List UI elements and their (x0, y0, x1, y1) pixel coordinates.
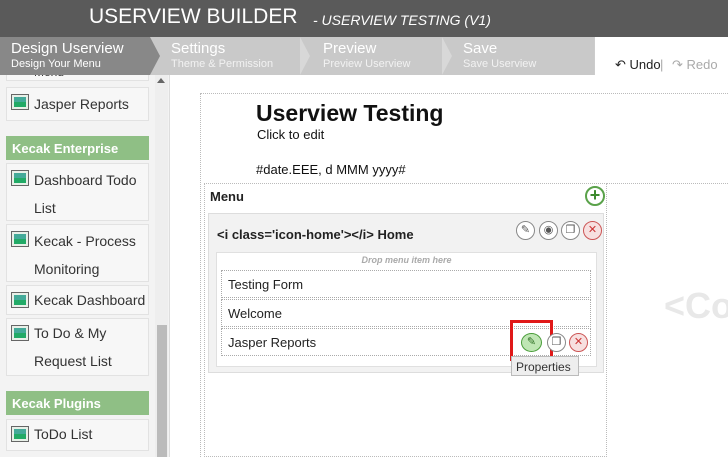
step-settings-sub: Theme & Permission (171, 58, 274, 70)
step-design-label: Design Userview (11, 40, 124, 57)
palette-item-todo-request[interactable]: To Do & My Request List (6, 318, 149, 376)
properties-tooltip: Properties (511, 356, 579, 376)
palette-item-label: Kecak Dashboard (34, 292, 146, 308)
undo-label: Undo (629, 57, 661, 72)
undo-icon: ↶ (615, 57, 626, 72)
category-delete-button[interactable]: ✕ (583, 221, 602, 240)
eye-icon: ◉ (543, 224, 554, 236)
click-to-edit-hint[interactable]: Click to edit (257, 127, 324, 142)
sidebar-scroll-thumb[interactable] (157, 325, 167, 457)
item-properties-button[interactable]: ✎ (521, 333, 542, 352)
edit-icon: ✎ (520, 224, 531, 236)
palette-group-kecak-plugins[interactable]: Kecak Plugins (6, 391, 149, 415)
plus-icon: + (589, 185, 601, 205)
app-header: USERVIEW BUILDER - USERVIEW TESTING (V1) (0, 0, 728, 37)
menu-item-label: Welcome (228, 306, 282, 321)
userview-title[interactable]: Userview Testing (256, 100, 443, 127)
menu-item-label: Jasper Reports (228, 335, 317, 350)
step-chevron (442, 37, 452, 75)
category-copy-button[interactable]: ❐ (561, 221, 580, 240)
palette-item-process-monitoring[interactable]: Kecak - Process Monitoring (6, 224, 149, 282)
date-format-text: #date.EEE, d MMM yyyy# (256, 162, 406, 177)
palette-item-todo-list[interactable]: ToDo List (6, 419, 149, 451)
undo-button[interactable]: ↶ Undo (615, 57, 661, 73)
copy-icon: ❐ (551, 336, 562, 348)
step-design-sub: Design Your Menu (11, 58, 101, 70)
palette-group-kecak-enterprise[interactable]: Kecak Enterprise (6, 136, 149, 160)
menu-item-testing-form[interactable]: Testing Form (221, 270, 591, 298)
content-placeholder: <Co (664, 285, 728, 326)
palette-item-menu[interactable]: Menu (6, 75, 149, 81)
menu-item-label: Testing Form (228, 277, 304, 292)
palette-item-label: Dashboard Todo List (34, 172, 137, 216)
palette-item-label: Kecak - Process Monitoring (34, 233, 136, 277)
divider (606, 183, 728, 184)
menu-label: Menu (210, 189, 244, 204)
category-label[interactable]: <i class='icon-home'></i> Home (217, 227, 414, 242)
redo-label: Redo (686, 57, 718, 72)
palette-item-dashboard-todo[interactable]: Dashboard Todo List (6, 163, 149, 221)
form-icon (11, 292, 29, 308)
step-chevron (300, 37, 310, 75)
add-category-button[interactable]: + (585, 186, 605, 206)
scroll-up-icon[interactable] (157, 78, 165, 83)
form-icon (11, 94, 29, 110)
form-icon (11, 426, 29, 442)
drop-hint: Drop menu item here (361, 255, 452, 265)
palette-item-label: Jasper Reports (34, 96, 129, 112)
palette-item-kecak-dashboard[interactable]: Kecak Dashboard (6, 285, 149, 315)
form-icon (11, 231, 29, 247)
item-copy-button[interactable]: ❐ (547, 333, 566, 352)
undo-redo-bar: ↶ Undo | ↷ Redo (594, 37, 728, 75)
palette-item-label: To Do & My Request List (34, 325, 112, 369)
palette-item-label: Menu (34, 75, 146, 86)
palette-item-label: ToDo List (34, 426, 93, 442)
category-edit-button[interactable]: ✎ (516, 221, 535, 240)
step-design-userview[interactable]: Design Userview Design Your Menu (0, 37, 150, 75)
step-arrow (150, 37, 160, 75)
element-palette: Menu Jasper Reports Kecak Enterprise Das… (0, 75, 170, 457)
form-icon (11, 325, 29, 341)
copy-icon: ❐ (565, 224, 576, 236)
step-settings-label: Settings (171, 40, 226, 57)
close-icon: ✕ (587, 224, 598, 236)
app-subtitle: - USERVIEW TESTING (V1) (313, 12, 491, 28)
step-preview-label: Preview (323, 40, 377, 57)
step-preview-sub: Preview Userview (323, 58, 411, 70)
redo-button[interactable]: ↷ Redo (672, 57, 718, 73)
palette-item-jasper-reports[interactable]: Jasper Reports (6, 87, 149, 121)
category-visibility-button[interactable]: ◉ (539, 221, 558, 240)
toolbar-separator: | (660, 57, 664, 72)
item-delete-button[interactable]: ✕ (569, 333, 588, 352)
step-save-label: Save (463, 40, 498, 57)
app-title: USERVIEW BUILDER (89, 5, 298, 28)
redo-icon: ↷ (672, 57, 683, 72)
form-icon (11, 170, 29, 186)
step-save-sub: Save Userview (463, 58, 537, 70)
close-icon: ✕ (573, 336, 584, 348)
edit-icon: ✎ (526, 336, 537, 348)
